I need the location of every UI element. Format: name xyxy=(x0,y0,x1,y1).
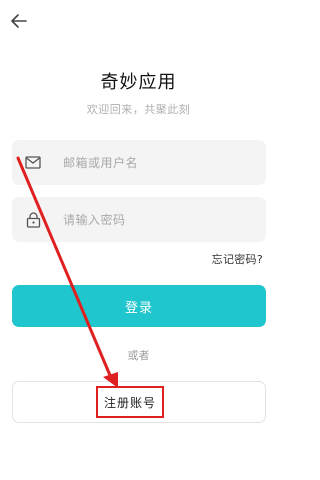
mail-icon xyxy=(24,154,42,172)
back-button[interactable] xyxy=(8,10,30,32)
arrow-left-icon xyxy=(11,14,27,28)
or-divider-label: 或者 xyxy=(127,349,150,362)
app-subtitle: 欢迎回来，共聚此刻 xyxy=(86,103,191,116)
username-field[interactable]: 邮箱或用户名 xyxy=(12,140,266,185)
forgot-password-link[interactable]: 忘记密码? xyxy=(212,251,263,267)
username-placeholder: 邮箱或用户名 xyxy=(63,156,139,170)
lock-icon xyxy=(24,211,42,229)
register-button-label[interactable]: 注册账号 xyxy=(96,386,164,418)
password-field[interactable]: 请输入密码 xyxy=(12,197,266,242)
password-placeholder: 请输入密码 xyxy=(63,213,126,227)
login-button[interactable]: 登录 xyxy=(12,285,266,327)
app-title: 奇妙应用 xyxy=(100,72,177,93)
